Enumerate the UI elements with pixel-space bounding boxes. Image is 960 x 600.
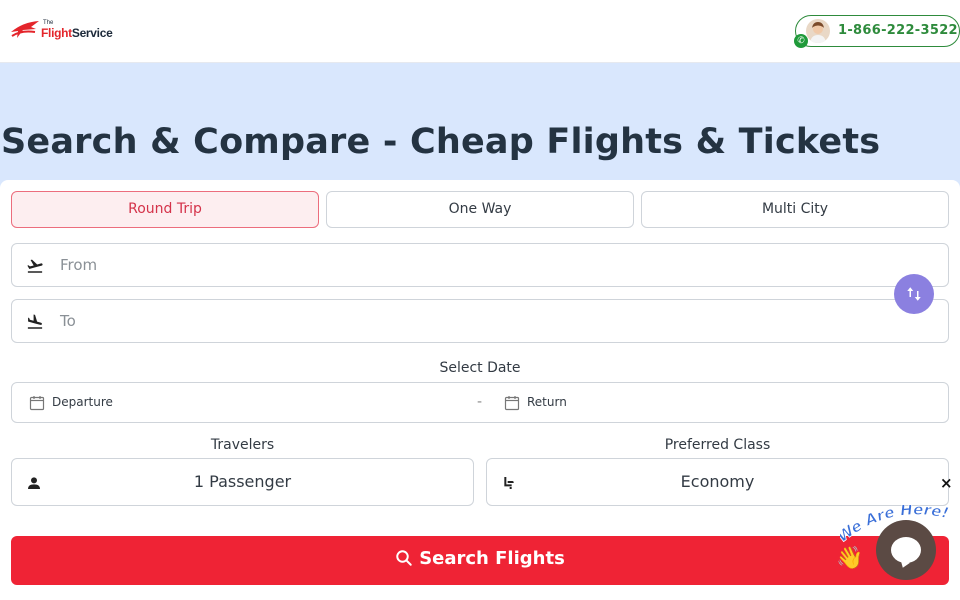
- page: The FlightService ✆ 1-866-222-3522 Searc…: [0, 0, 960, 600]
- class-value: Economy: [680, 472, 755, 491]
- date-range-picker[interactable]: Departure - Return: [11, 382, 949, 423]
- close-icon[interactable]: ×: [940, 474, 953, 492]
- chat-widget-button[interactable]: [876, 520, 936, 580]
- preferred-class-label: Preferred Class: [664, 437, 771, 453]
- search-icon: [396, 550, 412, 566]
- from-field[interactable]: From: [11, 243, 949, 287]
- search-button-label: Search Flights: [419, 548, 565, 569]
- to-placeholder: To: [60, 312, 76, 330]
- phone-number[interactable]: 1-866-222-3522: [838, 23, 958, 38]
- hero-banner: Search & Compare - Cheap Flights & Ticke…: [0, 63, 960, 193]
- landing-icon: [27, 314, 43, 329]
- departure-date[interactable]: Departure: [52, 395, 113, 409]
- return-date[interactable]: Return: [527, 395, 567, 409]
- tab-one-way[interactable]: One Way: [326, 191, 634, 228]
- logo-flight-text: Flight: [41, 26, 72, 40]
- select-date-label: Select Date: [439, 360, 521, 376]
- phone-call-button[interactable]: ✆ 1-866-222-3522: [794, 15, 960, 48]
- class-select[interactable]: Economy: [486, 458, 949, 506]
- site-logo[interactable]: The FlightService: [9, 18, 113, 46]
- calendar-icon: [29, 396, 45, 411]
- site-header: The FlightService ✆ 1-866-222-3522: [0, 0, 960, 63]
- tab-multi-city[interactable]: Multi City: [641, 191, 949, 228]
- phone-icon: ✆: [794, 34, 808, 48]
- swap-vertical-icon: [907, 287, 921, 301]
- swap-locations-button[interactable]: [894, 274, 934, 314]
- to-field[interactable]: To: [11, 299, 949, 343]
- chat-icon: [891, 537, 921, 563]
- travelers-label: Travelers: [210, 437, 275, 453]
- takeoff-icon: [27, 259, 43, 273]
- travelers-select[interactable]: 1 Passenger: [11, 458, 474, 506]
- page-title: Search & Compare - Cheap Flights & Ticke…: [1, 122, 881, 162]
- flight-search-form: Round Trip One Way Multi City From To Se…: [0, 180, 960, 600]
- tab-round-trip[interactable]: Round Trip: [11, 191, 319, 228]
- plane-logo-icon: [11, 21, 39, 38]
- search-flights-button[interactable]: Search Flights: [11, 536, 949, 585]
- calendar-icon: [504, 396, 520, 411]
- waving-hand-icon: 👋: [836, 546, 864, 571]
- agent-avatar: [806, 19, 830, 43]
- date-separator: -: [477, 394, 483, 410]
- travelers-value: 1 Passenger: [193, 472, 292, 491]
- trip-type-tabs: Round Trip One Way Multi City: [11, 191, 949, 228]
- logo-service-text: Service: [71, 26, 113, 40]
- from-placeholder: From: [60, 256, 98, 274]
